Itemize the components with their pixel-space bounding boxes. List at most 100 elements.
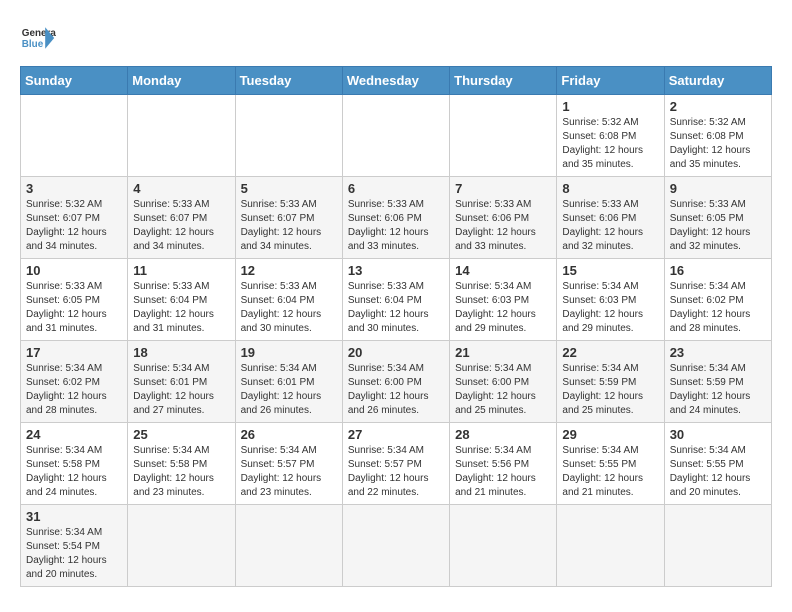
calendar-day-cell: 16 Sunrise: 5:34 AM Sunset: 6:02 PM Dayli…	[664, 259, 771, 341]
day-number: 7	[455, 181, 551, 196]
svg-text:Blue: Blue	[22, 39, 44, 50]
calendar-day-cell: 26Sunrise: 5:34 AM Sunset: 5:57 PM Dayli…	[235, 423, 342, 505]
calendar-day-cell: 3 Sunrise: 5:32 AM Sunset: 6:07 PM Daylig…	[21, 177, 128, 259]
calendar-day-cell	[342, 505, 449, 587]
day-number: 22	[562, 345, 658, 360]
day-info: Sunrise: 5:33 AM Sunset: 6:04 PM Dayligh…	[348, 280, 444, 336]
day-of-week-header: Thursday	[450, 67, 557, 95]
logo-icon: General Blue	[20, 20, 56, 56]
calendar-day-cell: 21 Sunrise: 5:34 AM Sunset: 6:00 PM Dayli…	[450, 341, 557, 423]
calendar-day-cell	[664, 505, 771, 587]
day-number: 5	[241, 181, 337, 196]
calendar-day-cell: 5 Sunrise: 5:33 AM Sunset: 6:07 PM Daylig…	[235, 177, 342, 259]
day-info: Sunrise: 5:33 AM Sunset: 6:05 PM Dayligh…	[26, 280, 122, 336]
calendar-day-cell	[235, 95, 342, 177]
calendar-day-cell: 20 Sunrise: 5:34 AM Sunset: 6:00 PM Dayli…	[342, 341, 449, 423]
calendar-day-cell: 22 Sunrise: 5:34 AM Sunset: 5:59 PM Dayli…	[557, 341, 664, 423]
calendar-week-row: 24 Sunrise: 5:34 AM Sunset: 5:58 PM Dayli…	[21, 423, 772, 505]
day-number: 18	[133, 345, 229, 360]
calendar-day-cell: 27Sunrise: 5:34 AM Sunset: 5:57 PM Dayli…	[342, 423, 449, 505]
day-info: Sunrise: 5:32 AM Sunset: 6:08 PM Dayligh…	[670, 116, 766, 172]
day-info: Sunrise: 5:34 AM Sunset: 6:01 PM Dayligh…	[133, 362, 229, 418]
day-number: 20	[348, 345, 444, 360]
calendar-day-cell: 28 Sunrise: 5:34 AM Sunset: 5:56 PM Dayli…	[450, 423, 557, 505]
calendar-day-cell: 13 Sunrise: 5:33 AM Sunset: 6:04 PM Dayli…	[342, 259, 449, 341]
day-info: Sunrise: 5:34 AM Sunset: 6:00 PM Dayligh…	[455, 362, 551, 418]
day-number: 14	[455, 263, 551, 278]
calendar-day-cell	[128, 95, 235, 177]
calendar-day-cell: 12Sunrise: 5:33 AM Sunset: 6:04 PM Dayli…	[235, 259, 342, 341]
calendar-day-cell: 31Sunrise: 5:34 AM Sunset: 5:54 PM Dayli…	[21, 505, 128, 587]
day-of-week-header: Sunday	[21, 67, 128, 95]
day-of-week-header: Friday	[557, 67, 664, 95]
day-info: Sunrise: 5:34 AM Sunset: 5:55 PM Dayligh…	[562, 444, 658, 500]
day-of-week-header: Monday	[128, 67, 235, 95]
day-info: Sunrise: 5:34 AM Sunset: 6:03 PM Dayligh…	[455, 280, 551, 336]
calendar-day-cell: 14 Sunrise: 5:34 AM Sunset: 6:03 PM Dayli…	[450, 259, 557, 341]
day-number: 12	[241, 263, 337, 278]
calendar-day-cell: 11 Sunrise: 5:33 AM Sunset: 6:04 PM Dayli…	[128, 259, 235, 341]
day-info: Sunrise: 5:34 AM Sunset: 5:59 PM Dayligh…	[562, 362, 658, 418]
calendar-day-cell: 24 Sunrise: 5:34 AM Sunset: 5:58 PM Dayli…	[21, 423, 128, 505]
calendar-table: SundayMondayTuesdayWednesdayThursdayFrid…	[20, 66, 772, 587]
day-number: 29	[562, 427, 658, 442]
day-number: 13	[348, 263, 444, 278]
day-info: Sunrise: 5:33 AM Sunset: 6:04 PM Dayligh…	[133, 280, 229, 336]
calendar-day-cell: 9 Sunrise: 5:33 AM Sunset: 6:05 PM Daylig…	[664, 177, 771, 259]
day-number: 28	[455, 427, 551, 442]
day-number: 3	[26, 181, 122, 196]
calendar-day-cell	[21, 95, 128, 177]
day-number: 15	[562, 263, 658, 278]
calendar-day-cell: 29 Sunrise: 5:34 AM Sunset: 5:55 PM Dayli…	[557, 423, 664, 505]
calendar-week-row: 10Sunrise: 5:33 AM Sunset: 6:05 PM Dayli…	[21, 259, 772, 341]
calendar-week-row: 17Sunrise: 5:34 AM Sunset: 6:02 PM Dayli…	[21, 341, 772, 423]
day-number: 30	[670, 427, 766, 442]
day-info: Sunrise: 5:34 AM Sunset: 6:02 PM Dayligh…	[670, 280, 766, 336]
calendar-day-cell: 18 Sunrise: 5:34 AM Sunset: 6:01 PM Dayli…	[128, 341, 235, 423]
day-number: 2	[670, 99, 766, 114]
day-number: 24	[26, 427, 122, 442]
day-number: 6	[348, 181, 444, 196]
day-number: 16	[670, 263, 766, 278]
day-info: Sunrise: 5:34 AM Sunset: 5:58 PM Dayligh…	[26, 444, 122, 500]
day-info: Sunrise: 5:34 AM Sunset: 5:56 PM Dayligh…	[455, 444, 551, 500]
day-info: Sunrise: 5:34 AM Sunset: 6:01 PM Dayligh…	[241, 362, 337, 418]
day-info: Sunrise: 5:32 AM Sunset: 6:07 PM Dayligh…	[26, 198, 122, 254]
day-info: Sunrise: 5:34 AM Sunset: 6:00 PM Dayligh…	[348, 362, 444, 418]
calendar-day-cell: 23Sunrise: 5:34 AM Sunset: 5:59 PM Dayli…	[664, 341, 771, 423]
calendar-week-row: 3 Sunrise: 5:32 AM Sunset: 6:07 PM Daylig…	[21, 177, 772, 259]
day-info: Sunrise: 5:33 AM Sunset: 6:06 PM Dayligh…	[562, 198, 658, 254]
day-number: 25	[133, 427, 229, 442]
day-number: 19	[241, 345, 337, 360]
calendar-day-cell: 6 Sunrise: 5:33 AM Sunset: 6:06 PM Daylig…	[342, 177, 449, 259]
day-info: Sunrise: 5:33 AM Sunset: 6:07 PM Dayligh…	[241, 198, 337, 254]
calendar-day-cell: 7Sunrise: 5:33 AM Sunset: 6:06 PM Daylig…	[450, 177, 557, 259]
day-info: Sunrise: 5:34 AM Sunset: 6:03 PM Dayligh…	[562, 280, 658, 336]
calendar-day-cell	[450, 505, 557, 587]
day-number: 1	[562, 99, 658, 114]
day-number: 26	[241, 427, 337, 442]
day-of-week-header: Wednesday	[342, 67, 449, 95]
calendar-day-cell: 17Sunrise: 5:34 AM Sunset: 6:02 PM Dayli…	[21, 341, 128, 423]
day-info: Sunrise: 5:34 AM Sunset: 6:02 PM Dayligh…	[26, 362, 122, 418]
logo: General Blue	[20, 20, 56, 56]
calendar-day-cell: 8 Sunrise: 5:33 AM Sunset: 6:06 PM Daylig…	[557, 177, 664, 259]
calendar-day-cell: 25Sunrise: 5:34 AM Sunset: 5:58 PM Dayli…	[128, 423, 235, 505]
day-info: Sunrise: 5:33 AM Sunset: 6:05 PM Dayligh…	[670, 198, 766, 254]
day-of-week-header: Saturday	[664, 67, 771, 95]
day-number: 9	[670, 181, 766, 196]
day-number: 8	[562, 181, 658, 196]
calendar-day-cell: 4Sunrise: 5:33 AM Sunset: 6:07 PM Daylig…	[128, 177, 235, 259]
day-info: Sunrise: 5:32 AM Sunset: 6:08 PM Dayligh…	[562, 116, 658, 172]
day-number: 11	[133, 263, 229, 278]
page-header: General Blue	[20, 20, 772, 56]
calendar-day-cell	[342, 95, 449, 177]
day-info: Sunrise: 5:33 AM Sunset: 6:06 PM Dayligh…	[348, 198, 444, 254]
day-info: Sunrise: 5:34 AM Sunset: 5:59 PM Dayligh…	[670, 362, 766, 418]
day-info: Sunrise: 5:33 AM Sunset: 6:07 PM Dayligh…	[133, 198, 229, 254]
calendar-day-cell: 1 Sunrise: 5:32 AM Sunset: 6:08 PM Daylig…	[557, 95, 664, 177]
day-number: 21	[455, 345, 551, 360]
calendar-day-cell	[450, 95, 557, 177]
day-number: 27	[348, 427, 444, 442]
calendar-day-cell: 30Sunrise: 5:34 AM Sunset: 5:55 PM Dayli…	[664, 423, 771, 505]
